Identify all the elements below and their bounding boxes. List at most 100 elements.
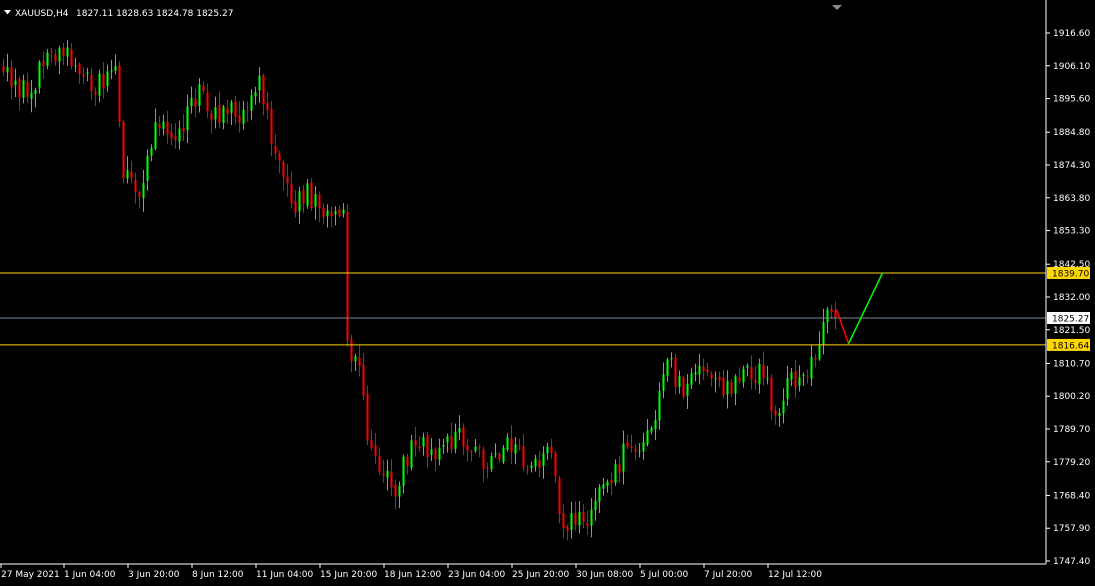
candle-body <box>178 128 181 142</box>
candle-body <box>250 95 253 111</box>
candle-body <box>770 377 773 411</box>
time-axis-label: 23 Jun 04:00 <box>448 570 505 580</box>
candle-body <box>10 67 13 87</box>
candle-body <box>694 372 697 375</box>
candle-body <box>350 339 353 362</box>
candle-body <box>822 322 825 345</box>
candle-body <box>522 446 525 468</box>
candle-body <box>118 65 121 122</box>
price-chart[interactable]: 1916.60 1906.10 1895.60 1884.80 1874.30 1863.… <box>0 0 1095 582</box>
candle-body <box>38 62 41 88</box>
candle-body <box>58 48 61 62</box>
symbol-timeframe[interactable]: XAUUSD,H4 <box>15 9 69 19</box>
time-axis-label: 5 Jul 00:00 <box>640 570 689 580</box>
price-axis-label: 1757.90 <box>1053 524 1090 534</box>
candle-body <box>378 455 381 472</box>
candle-body <box>82 74 85 77</box>
candle-body <box>562 513 565 528</box>
candle-body <box>530 465 533 469</box>
candle-body <box>610 479 613 484</box>
candle-body <box>114 66 117 71</box>
candle-body <box>270 109 273 145</box>
time-axis-label: 7 Jul 20:00 <box>704 570 753 580</box>
candle-body <box>218 105 221 123</box>
candle-body <box>442 444 445 447</box>
candle-body <box>330 212 333 216</box>
candle-body <box>618 464 621 474</box>
candle-body <box>466 445 469 451</box>
candle-body <box>750 367 753 380</box>
candle-body <box>310 182 313 209</box>
price-axis[interactable]: 1916.60 1906.10 1895.60 1884.80 1874.30 1863.… <box>1046 29 1090 567</box>
candle-body <box>798 377 801 386</box>
candle-body <box>818 344 821 360</box>
price-axis-label: 1832.00 <box>1053 293 1090 303</box>
candle-body <box>302 189 305 204</box>
candle-body <box>786 378 789 399</box>
candle-body <box>834 311 837 319</box>
candle-body <box>478 447 481 449</box>
candle-body <box>458 428 461 433</box>
chart-shift-marker-icon[interactable] <box>832 5 842 10</box>
candle-body <box>326 210 329 217</box>
candle-body <box>494 453 497 455</box>
candle-body <box>794 370 797 387</box>
candle-body <box>198 84 201 107</box>
candle-body <box>566 526 569 531</box>
candle-body <box>286 176 289 184</box>
candle-body <box>262 75 265 104</box>
candle-body <box>534 458 537 467</box>
candle-body <box>290 183 293 204</box>
candle-body <box>418 445 421 449</box>
symbol-dropdown-arrow-icon[interactable] <box>4 10 11 15</box>
candle-body <box>450 436 453 450</box>
candle-body <box>426 434 429 458</box>
candle-body <box>430 449 433 456</box>
candle-body <box>146 155 149 181</box>
candle-body <box>550 446 553 454</box>
time-axis-label: 25 Jun 20:00 <box>512 570 569 580</box>
candle-body <box>18 78 21 98</box>
candle-body <box>46 52 49 66</box>
candle-body <box>242 109 245 124</box>
candle-body <box>86 72 89 75</box>
candle-body <box>726 381 729 395</box>
candle-body <box>358 357 361 366</box>
candle-body <box>230 102 233 113</box>
candle-body <box>698 365 701 375</box>
candle-body <box>630 446 633 449</box>
candle-body <box>514 444 517 454</box>
candle-body <box>174 136 177 141</box>
candle-body <box>26 82 29 97</box>
time-axis[interactable]: 27 May 2021 1 Jun 04:00 3 Jun 20:00 8 Jun 1… <box>0 564 822 580</box>
candle-body <box>30 92 33 99</box>
candle-body <box>222 106 225 123</box>
price-axis-label: 1906.10 <box>1053 62 1090 72</box>
candle-body <box>62 47 65 56</box>
candle-body <box>594 501 597 511</box>
price-axis-label: 1768.40 <box>1053 491 1090 501</box>
candle-body <box>390 472 393 488</box>
candle-body <box>54 54 57 62</box>
price-axis-label: 1853.30 <box>1053 227 1090 237</box>
candle-body <box>438 447 441 460</box>
candle-body <box>22 80 25 98</box>
candle-body <box>354 356 357 362</box>
chart-window[interactable]: 1916.60 1906.10 1895.60 1884.80 1874.30 1863.… <box>0 0 1095 582</box>
candle-body <box>334 211 337 215</box>
levels-layer <box>0 272 1046 346</box>
candle-body <box>706 369 709 373</box>
candle-body <box>662 374 665 391</box>
projection-up-line[interactable] <box>847 272 884 345</box>
candle-body <box>214 107 217 120</box>
candle-body <box>398 485 401 497</box>
price-axis-label: 1916.60 <box>1053 29 1090 39</box>
candle-body <box>42 61 45 67</box>
candle-body <box>754 379 757 383</box>
projection-down-line[interactable] <box>835 309 850 345</box>
candle-body <box>462 427 465 447</box>
candle-body <box>778 412 781 416</box>
candle-body <box>266 102 269 111</box>
candle-body <box>98 73 101 96</box>
candle-body <box>538 460 541 468</box>
